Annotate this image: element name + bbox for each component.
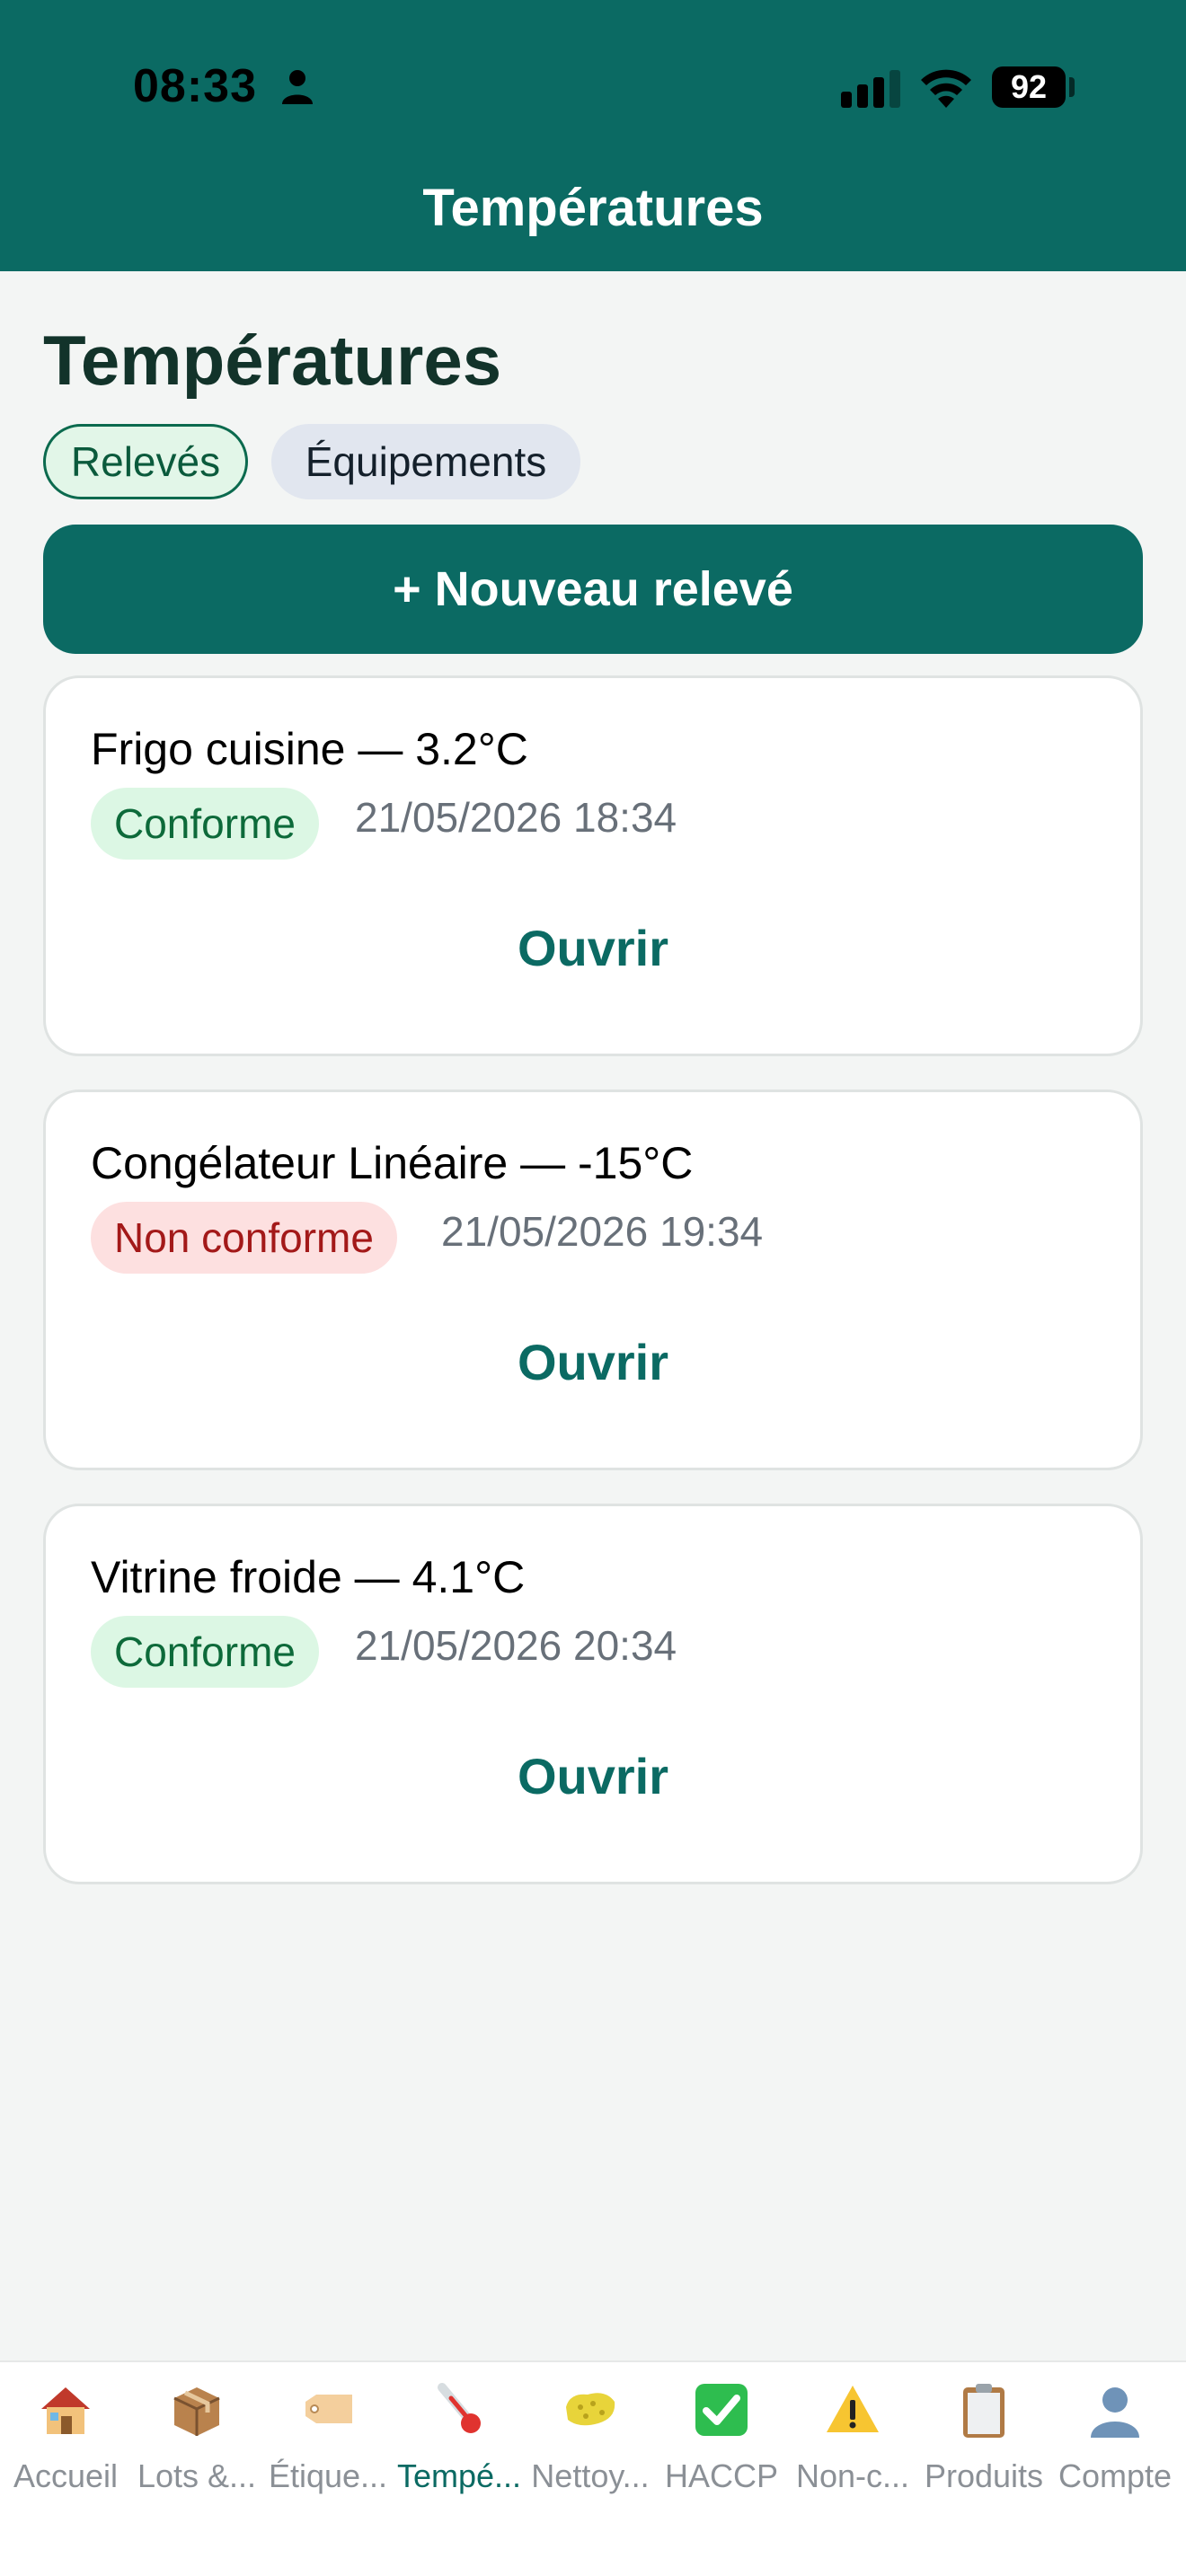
status-badge: Conforme — [91, 1616, 319, 1688]
reading-card: Frigo cuisine — 3.2°C Conforme 21/05/202… — [43, 675, 1143, 1056]
tab-accueil[interactable]: Accueil — [0, 2362, 131, 2576]
tab-temperatures[interactable]: Tempé... — [394, 2362, 525, 2576]
screen: 08:33 92 Températures Températures Relev… — [0, 0, 1186, 2576]
open-button[interactable]: Ouvrir — [46, 1747, 1140, 1805]
tab-label: Lots &... — [137, 2457, 257, 2494]
sponge-icon — [566, 2393, 615, 2426]
open-button[interactable]: Ouvrir — [46, 1333, 1140, 1391]
tab-bar: Accueil Lots &... Étique... Tempé... Net… — [0, 2360, 1186, 2576]
open-button[interactable]: Ouvrir — [46, 919, 1140, 977]
clipboard-icon — [963, 2384, 1005, 2438]
status-time: 08:33 — [133, 60, 257, 112]
segment-releves[interactable]: Relevés — [43, 424, 248, 499]
reading-date: 21/05/2026 18:34 — [355, 794, 677, 841]
tab-etiquettes[interactable]: Étique... — [262, 2362, 394, 2576]
tab-lots[interactable]: Lots &... — [131, 2362, 262, 2576]
tag-icon — [305, 2395, 352, 2423]
tab-label: Compte — [1058, 2457, 1173, 2494]
status-badge: Non conforme — [91, 1202, 397, 1274]
new-reading-button[interactable]: + Nouveau relevé — [43, 525, 1143, 654]
tab-compte[interactable]: Compte — [1049, 2362, 1181, 2576]
tab-non-conformites[interactable]: Non-c... — [787, 2362, 918, 2576]
tab-nettoyage[interactable]: Nettoy... — [525, 2362, 656, 2576]
warning-icon — [827, 2386, 879, 2432]
tab-produits[interactable]: Produits — [918, 2362, 1049, 2576]
user-icon — [1091, 2387, 1139, 2438]
check-icon — [695, 2384, 748, 2436]
tab-haccp[interactable]: HACCP — [656, 2362, 787, 2576]
battery-tip — [1069, 77, 1075, 97]
segment-equipements[interactable]: Équipements — [271, 424, 580, 499]
tab-label: Étique... — [268, 2457, 388, 2494]
reading-title: Congélateur Linéaire — -15°C — [91, 1138, 694, 1188]
app-header: 08:33 92 Températures — [0, 0, 1186, 271]
status-badge: Conforme — [91, 788, 319, 860]
reading-card: Vitrine froide — 4.1°C Conforme 21/05/20… — [43, 1504, 1143, 1884]
reading-date: 21/05/2026 19:34 — [441, 1208, 764, 1255]
page-title: Températures — [43, 321, 502, 400]
tab-label: HACCP — [664, 2457, 779, 2494]
tab-label: Accueil — [13, 2457, 119, 2494]
reading-title: Frigo cuisine — 3.2°C — [91, 724, 528, 774]
cellular-signal-icon — [841, 70, 900, 108]
house-icon — [41, 2387, 90, 2434]
tab-label: Produits — [924, 2457, 1044, 2494]
battery-indicator: 92 — [992, 66, 1066, 108]
reading-title: Vitrine froide — 4.1°C — [91, 1552, 526, 1602]
package-icon — [173, 2387, 220, 2436]
person-icon — [282, 70, 313, 104]
reading-card: Congélateur Linéaire — -15°C Non conform… — [43, 1090, 1143, 1470]
tab-label: Tempé... — [396, 2457, 522, 2494]
tab-label: Nettoy... — [531, 2457, 650, 2494]
wifi-icon — [921, 69, 971, 108]
reading-date: 21/05/2026 20:34 — [355, 1622, 677, 1669]
tab-label: Non-c... — [795, 2457, 910, 2494]
nav-title: Températures — [422, 179, 764, 237]
thermometer-icon — [438, 2383, 481, 2433]
